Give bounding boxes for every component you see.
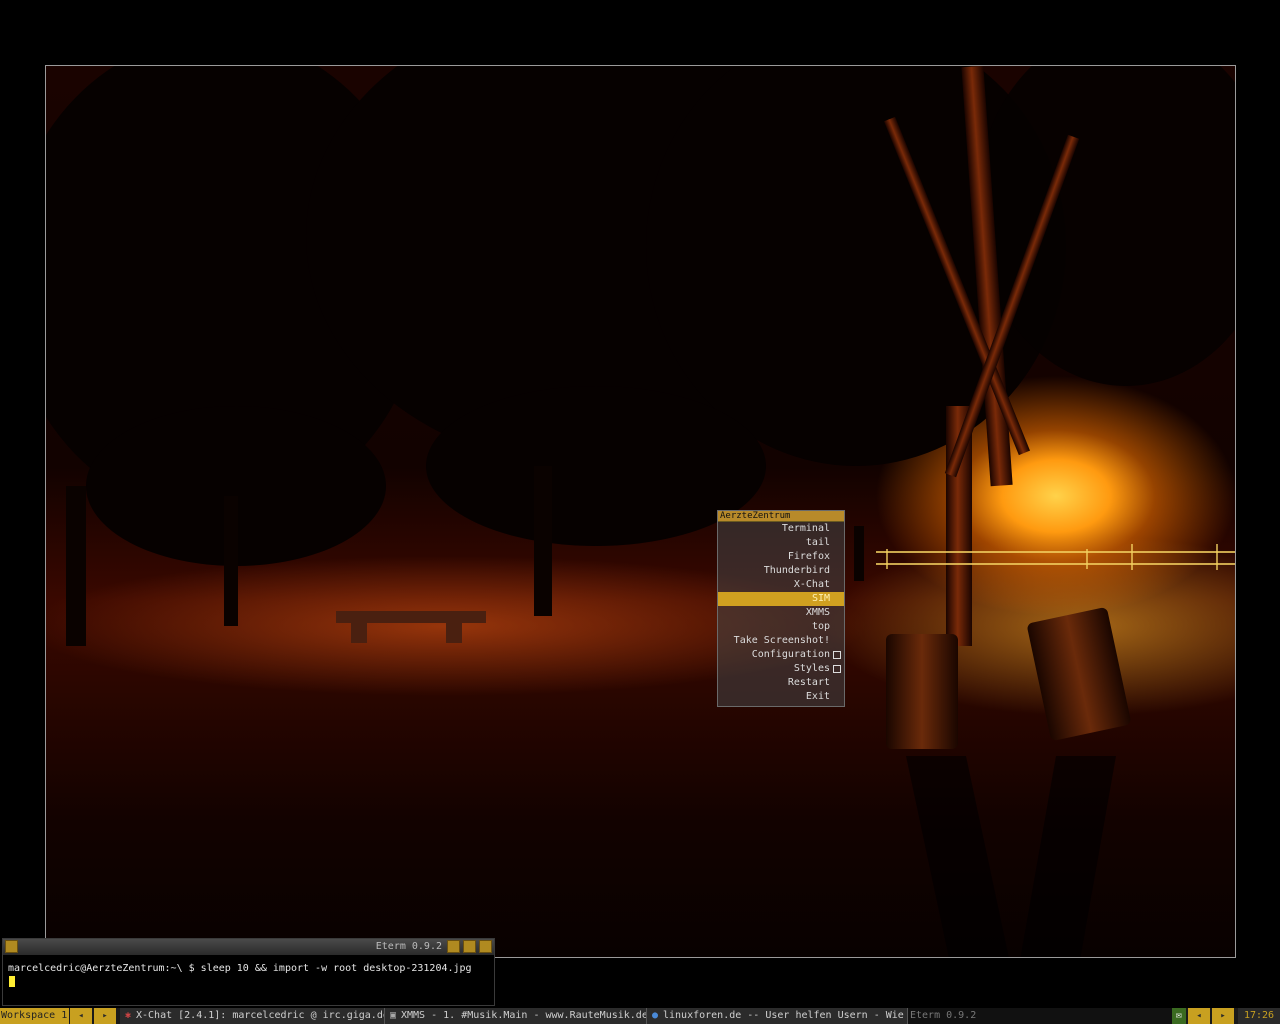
terminal-titlebar[interactable]: Eterm 0.9.2 xyxy=(3,939,494,955)
task-xmms-label: XMMS - 1. #Musik.Main - www.RauteMusik.d… xyxy=(401,1010,647,1021)
workspace-next-arrow-icon[interactable]: ▸ xyxy=(94,1008,116,1024)
menu-item-top[interactable]: top xyxy=(718,620,844,634)
workspace-label[interactable]: Workspace 1 xyxy=(0,1008,69,1024)
xmms-icon: ▣ xyxy=(389,1010,397,1021)
task-firefox-label: linuxforen.de -- User helfen Usern - Wie xyxy=(663,1010,904,1021)
menu-item-sim[interactable]: SIM xyxy=(718,592,844,606)
maximize-button[interactable] xyxy=(463,940,476,953)
menu-item-terminal[interactable]: Terminal xyxy=(718,522,844,536)
terminal-cursor xyxy=(9,976,15,987)
minimize-button[interactable] xyxy=(447,940,460,953)
task-eterm[interactable]: Eterm 0.9.2 xyxy=(908,1008,1172,1024)
task-xchat[interactable]: ✱ X-Chat [2.4.1]: marcelcedric @ irc.gig… xyxy=(120,1008,385,1024)
task-xmms[interactable]: ▣ XMMS - 1. #Musik.Main - www.RauteMusik… xyxy=(385,1008,647,1024)
menu-item-exit[interactable]: Exit xyxy=(718,690,844,704)
workspace-prev-arrow-icon[interactable]: ◂ xyxy=(70,1008,92,1024)
taskbar: Workspace 1 ◂ ▸ ✱ X-Chat [2.4.1]: marcel… xyxy=(0,1008,1280,1024)
terminal-title: Eterm 0.9.2 xyxy=(375,941,442,952)
window-prev-arrow-icon[interactable]: ◂ xyxy=(1188,1008,1210,1024)
submenu-indicator-icon xyxy=(833,665,841,673)
menu-item-thunderbird[interactable]: Thunderbird xyxy=(718,564,844,578)
root-menu: AerzteZentrum Terminal tail Firefox Thun… xyxy=(717,510,845,707)
menu-item-styles[interactable]: Styles xyxy=(718,662,844,676)
xchat-icon: ✱ xyxy=(124,1010,132,1021)
window-next-arrow-icon[interactable]: ▸ xyxy=(1212,1008,1234,1024)
menu-item-xchat[interactable]: X-Chat xyxy=(718,578,844,592)
menu-item-restart[interactable]: Restart xyxy=(718,676,844,690)
menu-item-take-screenshot[interactable]: Take Screenshot! xyxy=(718,634,844,648)
submenu-indicator-icon xyxy=(833,651,841,659)
terminal-command-line: marcelcedric@AerzteZentrum:~\ $ sleep 10… xyxy=(8,963,472,974)
menu-item-configuration[interactable]: Configuration xyxy=(718,648,844,662)
menu-item-configuration-label: Configuration xyxy=(751,649,830,660)
menu-item-firefox[interactable]: Firefox xyxy=(718,550,844,564)
task-xchat-label: X-Chat [2.4.1]: marcelcedric @ irc.giga.… xyxy=(136,1010,385,1021)
terminal-window[interactable]: Eterm 0.9.2 marcelcedric@AerzteZentrum:~… xyxy=(2,938,495,1006)
firefox-icon: ● xyxy=(651,1010,659,1021)
mail-icon[interactable]: ✉ xyxy=(1172,1008,1186,1024)
close-button[interactable] xyxy=(479,940,492,953)
task-firefox[interactable]: ● linuxforen.de -- User helfen Usern - W… xyxy=(647,1008,908,1024)
menu-item-tail[interactable]: tail xyxy=(718,536,844,550)
window-menu-icon[interactable] xyxy=(5,940,18,953)
task-eterm-label: Eterm 0.9.2 xyxy=(910,1010,977,1021)
desktop-wallpaper xyxy=(45,65,1236,958)
menu-item-styles-label: Styles xyxy=(793,663,830,674)
root-menu-title: AerzteZentrum xyxy=(718,511,844,522)
clock: 17:26 xyxy=(1238,1008,1280,1024)
menu-item-xmms[interactable]: XMMS xyxy=(718,606,844,620)
